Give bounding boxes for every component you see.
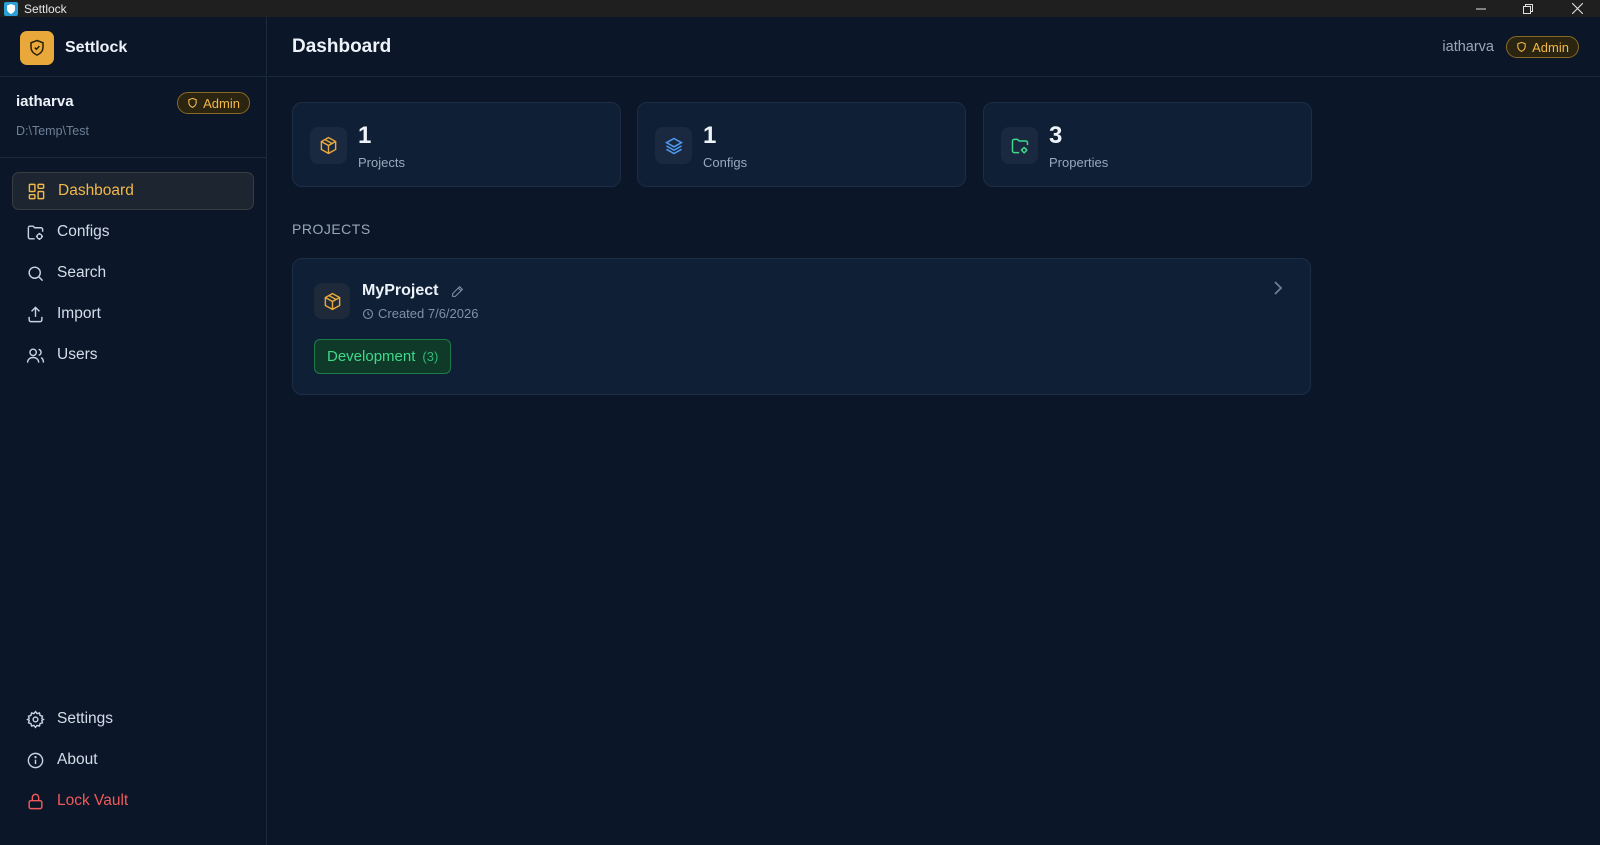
stat-label: Projects bbox=[358, 155, 405, 170]
nav-label: Settings bbox=[57, 710, 114, 727]
nav-label: Users bbox=[57, 346, 98, 363]
nav-item-import[interactable]: Import bbox=[12, 295, 254, 333]
box-icon bbox=[314, 283, 350, 319]
search-icon bbox=[25, 263, 45, 283]
project-created: Created 7/6/2026 bbox=[362, 306, 478, 321]
nav-item-lock-vault[interactable]: Lock Vault bbox=[12, 782, 254, 820]
shield-icon bbox=[1517, 41, 1526, 52]
info-icon bbox=[25, 750, 45, 770]
vault-path: D:\Temp\Test bbox=[16, 124, 89, 138]
environment-count: (3) bbox=[422, 349, 439, 364]
nav-item-configs[interactable]: Configs bbox=[12, 213, 254, 251]
restore-button[interactable] bbox=[1508, 0, 1548, 17]
nav-label: Lock Vault bbox=[57, 792, 129, 809]
nav-label: Configs bbox=[57, 223, 110, 240]
stat-card-properties: 3 Properties bbox=[983, 102, 1312, 187]
stat-card-configs: 1 Configs bbox=[637, 102, 966, 187]
close-button[interactable] bbox=[1557, 0, 1597, 17]
stat-value: 1 bbox=[358, 122, 372, 149]
project-card[interactable]: MyProject Created 7/6/2026 Development (… bbox=[292, 258, 1311, 395]
pencil-icon[interactable] bbox=[451, 285, 465, 299]
shield-icon bbox=[188, 97, 197, 108]
stat-label: Configs bbox=[703, 155, 748, 170]
nav-label: About bbox=[57, 751, 98, 768]
brand: Settlock bbox=[20, 31, 127, 65]
nav-item-search[interactable]: Search bbox=[12, 254, 254, 292]
nav-item-settings[interactable]: Settings bbox=[12, 700, 254, 738]
header-user-name: iatharva bbox=[1442, 39, 1494, 55]
nav-label: Import bbox=[57, 305, 101, 322]
environment-tag[interactable]: Development (3) bbox=[314, 339, 452, 374]
app-icon bbox=[4, 1, 18, 16]
folder-icon bbox=[25, 222, 45, 242]
lock-icon bbox=[25, 791, 45, 811]
role-badge: Admin bbox=[177, 92, 250, 114]
main-content: Dashboard iatharva Admin 1 Projects 1 Co… bbox=[268, 17, 1600, 845]
folder-icon bbox=[1001, 127, 1038, 164]
chevron-right-icon[interactable] bbox=[1272, 281, 1286, 295]
users-icon bbox=[25, 345, 45, 365]
window-title: Settlock bbox=[24, 1, 67, 16]
grid-icon bbox=[26, 181, 46, 201]
sidebar: Settlock iatharva Admin D:\Temp\Test Das… bbox=[0, 17, 267, 845]
stat-value: 1 bbox=[703, 122, 717, 149]
header: Dashboard iatharva Admin bbox=[268, 17, 1600, 77]
divider bbox=[0, 157, 267, 158]
nav-label: Dashboard bbox=[58, 182, 134, 199]
nav-item-dashboard[interactable]: Dashboard bbox=[12, 172, 254, 210]
stat-value: 3 bbox=[1049, 122, 1063, 149]
user-info: iatharva Admin D:\Temp\Test bbox=[16, 92, 250, 138]
stat-label: Properties bbox=[1049, 155, 1109, 170]
user-name: iatharva bbox=[16, 93, 74, 110]
clock-icon bbox=[362, 308, 374, 319]
box-icon bbox=[310, 127, 347, 164]
nav-item-users[interactable]: Users bbox=[12, 336, 254, 374]
shield-logo-icon bbox=[20, 31, 54, 65]
projects-section-title: PROJECTS bbox=[292, 221, 371, 237]
divider bbox=[0, 76, 267, 77]
window-titlebar: Settlock bbox=[0, 0, 1600, 17]
nav-label: Search bbox=[57, 264, 107, 281]
nav-item-about[interactable]: About bbox=[12, 741, 254, 779]
brand-name: Settlock bbox=[65, 39, 128, 56]
gear-icon bbox=[25, 709, 45, 729]
environment-name: Development bbox=[327, 348, 416, 365]
project-name: MyProject bbox=[362, 282, 439, 299]
minimize-button[interactable] bbox=[1461, 0, 1501, 17]
upload-icon bbox=[25, 304, 45, 324]
page-title: Dashboard bbox=[292, 36, 392, 57]
stat-card-projects: 1 Projects bbox=[292, 102, 621, 187]
role-badge: Admin bbox=[1506, 36, 1579, 58]
layers-icon bbox=[655, 127, 692, 164]
